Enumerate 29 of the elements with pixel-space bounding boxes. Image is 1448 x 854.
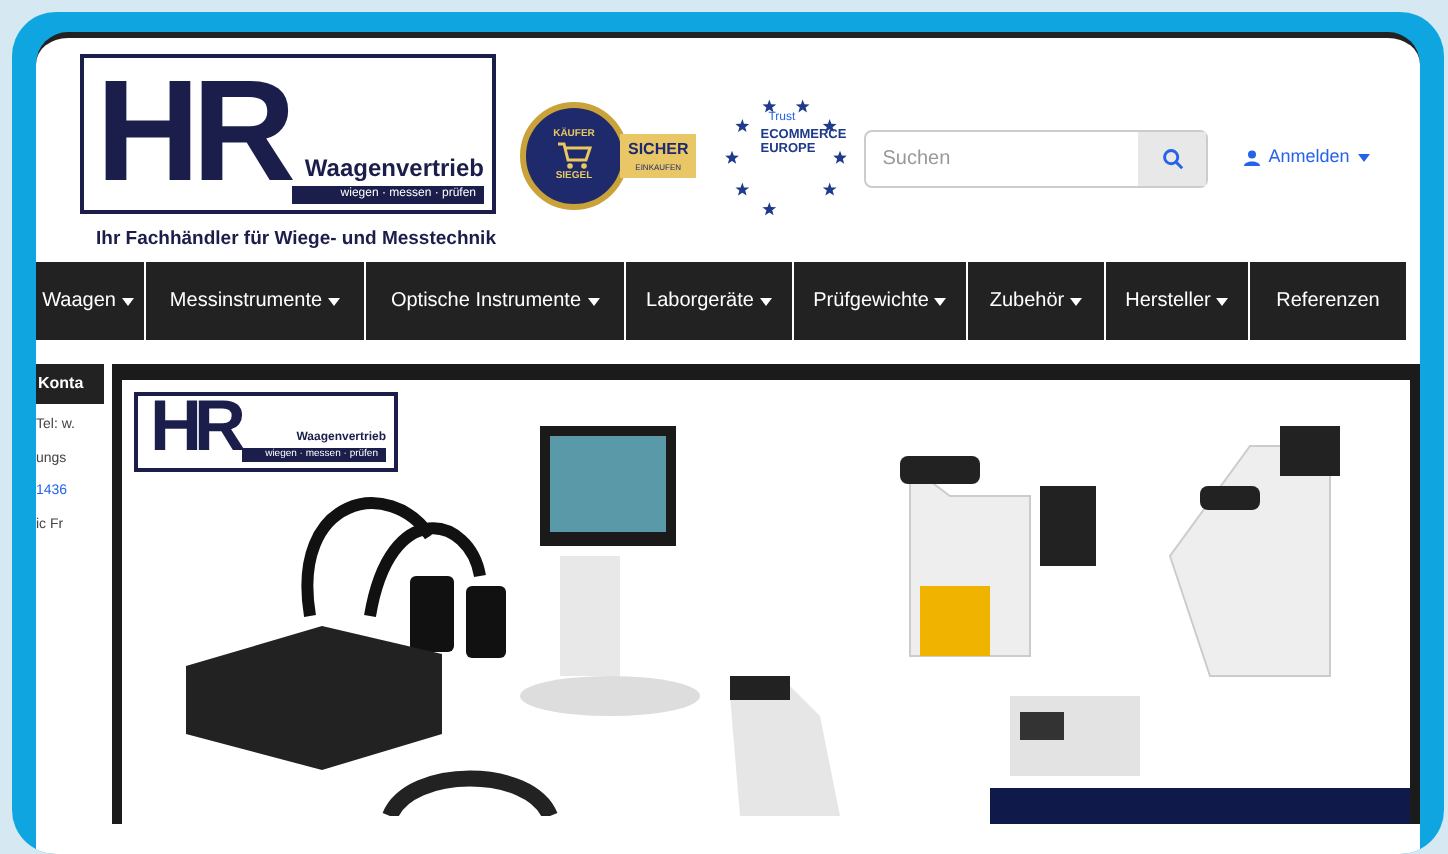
caret-icon [121, 297, 134, 305]
caret-icon [1070, 297, 1083, 305]
nav-menu-item[interactable]: Optische Instrumente [366, 262, 624, 340]
caret-icon [934, 297, 947, 305]
sidebar-heading: Konta [36, 364, 104, 404]
user-icon [1244, 149, 1261, 166]
search-icon [1161, 148, 1184, 170]
logo-tagline: Ihr Fachhändler für Wiege- und Messtechnik [96, 226, 496, 254]
logo-letters: HR [150, 390, 238, 462]
nav-menu-item[interactable]: Prüfgewichte [794, 262, 966, 340]
caret-icon [759, 297, 772, 305]
login-link[interactable]: Anmelden [1244, 144, 1370, 171]
nav-menu-item[interactable]: Laborgeräte [626, 262, 792, 340]
nav-menu-item[interactable]: Messinstrumente [146, 262, 364, 340]
nav-menu-item[interactable]: Referenzen [1250, 262, 1406, 340]
nav-menu-item[interactable]: Hersteller [1106, 262, 1248, 340]
nav-menu-item[interactable]: Waagen [36, 262, 144, 340]
search-input[interactable]: Suchen [866, 132, 1139, 186]
caret-icon [587, 297, 600, 305]
search-field[interactable]: Suchen [864, 130, 1209, 188]
ribbon-text: SICHER [628, 138, 689, 162]
logo-name: Waagenvertrieb [304, 152, 484, 186]
logo-letters: HR [96, 60, 288, 204]
caret-icon [1216, 297, 1229, 305]
caret-icon [328, 297, 341, 305]
search-button[interactable] [1138, 132, 1207, 186]
caret-icon [1357, 153, 1370, 162]
cart-icon [556, 142, 592, 170]
nav-menu-item[interactable]: Zubehör [968, 262, 1104, 340]
